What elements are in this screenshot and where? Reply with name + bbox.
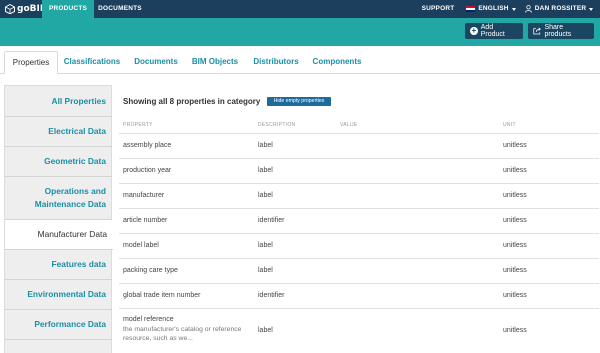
sidebar-item-performance-data[interactable]: Performance Data bbox=[5, 310, 112, 340]
chevron-down-icon bbox=[589, 7, 594, 11]
tab-distributors[interactable]: Distributors bbox=[248, 51, 304, 74]
table-row[interactable]: model reference the manufacturer's catal… bbox=[119, 308, 599, 353]
category-sidebar: All Properties Electrical Data Geometric… bbox=[4, 85, 113, 353]
tab-properties[interactable]: Properties bbox=[4, 51, 58, 74]
property-name: packing care type bbox=[123, 267, 178, 274]
table-row[interactable]: production year label unitless bbox=[119, 158, 599, 183]
property-name: article number bbox=[123, 217, 168, 224]
sidebar-item-label: Operations and Maintenance Data bbox=[35, 185, 106, 211]
table-row[interactable]: global trade item number identifier unit… bbox=[119, 283, 599, 308]
property-name: global trade item number bbox=[123, 292, 201, 299]
sidebar-item-label: Environmental Data bbox=[27, 289, 106, 299]
sidebar-item-label-line1: Operations and bbox=[44, 186, 106, 196]
property-unit: unitless bbox=[503, 217, 527, 224]
sidebar-item-electrical-data[interactable]: Electrical Data bbox=[5, 117, 112, 147]
nav-documents[interactable]: DOCUMENTS bbox=[96, 0, 144, 18]
sidebar-item-all-properties[interactable]: All Properties bbox=[5, 86, 112, 117]
sidebar-item-label: Features data bbox=[51, 259, 106, 269]
cube-icon bbox=[5, 4, 15, 14]
user-icon bbox=[524, 5, 532, 13]
sidebar-item-manufacturer-data[interactable]: Manufacturer Data bbox=[5, 220, 113, 250]
properties-panel: Showing all 8 properties in category Hid… bbox=[112, 85, 600, 353]
property-description: identifier bbox=[258, 217, 285, 224]
user-menu[interactable]: DAN ROSSITER bbox=[522, 0, 596, 18]
share-products-label: Share products bbox=[544, 24, 572, 38]
table-row[interactable]: assembly place label unitless bbox=[119, 133, 599, 158]
property-description: label bbox=[258, 192, 273, 199]
table-row[interactable]: packing care type label unitless bbox=[119, 258, 599, 283]
tab-classifications[interactable]: Classifications bbox=[62, 51, 122, 74]
property-name: model label bbox=[123, 242, 159, 249]
sidebar-item-label-line2: Maintenance Data bbox=[34, 199, 106, 209]
property-unit: unitless bbox=[503, 292, 527, 299]
column-header-value: VALUE bbox=[340, 122, 358, 128]
property-description: label bbox=[258, 142, 273, 149]
sidebar-item-label: Manufacturer Data bbox=[37, 229, 107, 239]
property-description: label bbox=[258, 267, 273, 274]
property-name: assembly place bbox=[123, 142, 172, 149]
user-name: DAN ROSSITER bbox=[534, 5, 587, 12]
column-header-property: PROPERTY bbox=[123, 122, 153, 128]
tab-bim-objects[interactable]: BIM Objects bbox=[187, 51, 243, 74]
sidebar-item-features-data[interactable]: Features data bbox=[5, 250, 112, 280]
property-name: production year bbox=[123, 167, 172, 174]
tab-components[interactable]: Components bbox=[308, 51, 366, 74]
property-description: label bbox=[258, 242, 273, 249]
column-header-unit: UNIT bbox=[503, 122, 516, 128]
property-description: identifier bbox=[258, 292, 285, 299]
add-product-label: Add Product bbox=[480, 24, 505, 38]
property-unit: unitless bbox=[503, 192, 527, 199]
table-row[interactable]: manufacturer label unitless bbox=[119, 183, 599, 208]
property-description: label bbox=[258, 167, 273, 174]
sidebar-item-geometric-data[interactable]: Geometric Data bbox=[5, 147, 112, 177]
property-unit: unitless bbox=[503, 167, 527, 174]
table-row[interactable]: article number identifier unitless bbox=[119, 208, 599, 233]
property-description: label bbox=[258, 327, 273, 334]
sidebar-item-label: Electrical Data bbox=[48, 126, 106, 136]
language-dropdown[interactable]: ENGLISH bbox=[466, 0, 516, 18]
property-subtext: the manufacturer's catalog or reference bbox=[123, 325, 242, 333]
property-subtext: resource, such as we... bbox=[123, 335, 193, 342]
sidebar-item-label: All Properties bbox=[51, 95, 106, 106]
nav-support[interactable]: SUPPORT bbox=[418, 0, 458, 18]
property-name: model reference bbox=[123, 316, 174, 323]
property-unit: unitless bbox=[503, 142, 527, 149]
sidebar-item-label: Geometric Data bbox=[44, 156, 106, 166]
table-row[interactable]: model label label unitless bbox=[119, 233, 599, 258]
plus-icon: + bbox=[470, 26, 478, 35]
property-unit: unitless bbox=[503, 327, 527, 334]
sidebar-item-operations-maintenance[interactable]: Operations and Maintenance Data bbox=[5, 177, 112, 220]
sidebar-item-label: Performance Data bbox=[34, 319, 106, 329]
share-icon bbox=[533, 27, 541, 35]
nav-products[interactable]: PRODUCTS bbox=[42, 0, 94, 18]
action-bar: + Add Product Share products bbox=[0, 18, 600, 46]
share-products-button[interactable]: Share products bbox=[528, 23, 594, 39]
column-header-description: DESCRIPTION bbox=[258, 122, 296, 128]
hide-empty-properties-button[interactable]: Hide empty properties bbox=[267, 97, 331, 106]
property-unit: unitless bbox=[503, 242, 527, 249]
property-name: manufacturer bbox=[123, 192, 165, 199]
uk-flag-icon bbox=[466, 6, 476, 12]
property-unit: unitless bbox=[503, 267, 527, 274]
tab-bar: Properties Classifications Documents BIM… bbox=[0, 46, 600, 74]
add-product-button[interactable]: + Add Product bbox=[465, 23, 523, 39]
tab-documents[interactable]: Documents bbox=[128, 51, 184, 74]
page-title: Showing all 8 properties in category bbox=[123, 97, 261, 106]
language-label: ENGLISH bbox=[478, 5, 509, 12]
top-nav: goBIM PRODUCTS DOCUMENTS SUPPORT ENGLISH… bbox=[0, 0, 600, 18]
chevron-down-icon bbox=[511, 7, 516, 11]
sidebar-item-environmental-data[interactable]: Environmental Data bbox=[5, 280, 112, 310]
property-name-block: model reference the manufacturer's catal… bbox=[123, 315, 241, 344]
